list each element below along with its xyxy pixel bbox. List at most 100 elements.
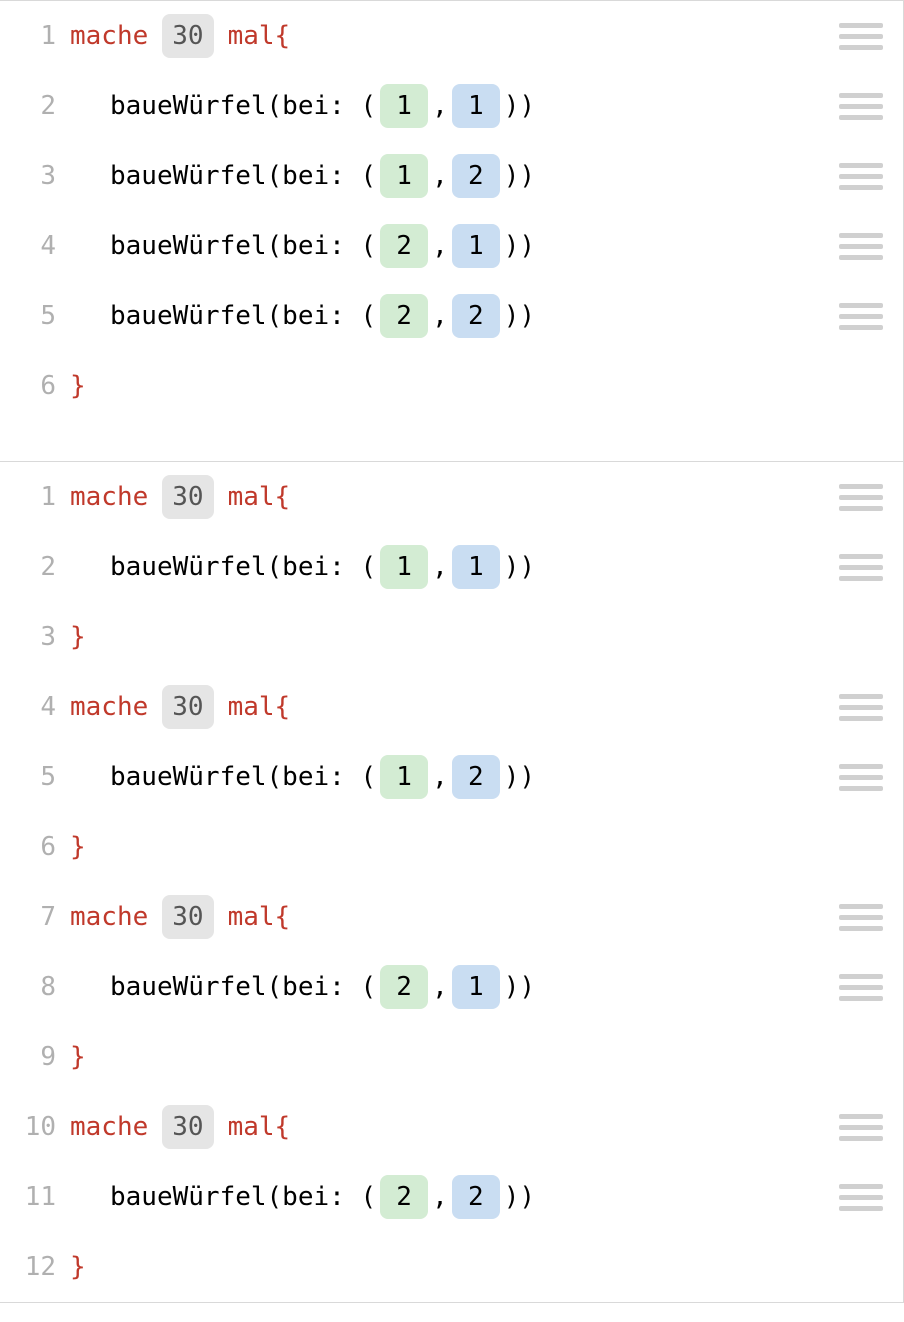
drag-handle-icon[interactable] [839, 694, 883, 721]
coord-y-input[interactable]: 1 [452, 84, 500, 128]
drag-handle-icon[interactable] [839, 484, 883, 511]
drag-handle-icon[interactable] [839, 1184, 883, 1211]
line-number: 9 [0, 1042, 70, 1072]
line-content: baueWürfel(bei: (1,2)) [70, 154, 827, 198]
comma: , [432, 552, 448, 582]
line-number: 2 [0, 552, 70, 582]
line-number: 11 [0, 1182, 70, 1212]
line-content: baueWürfel(bei: (2,1)) [70, 965, 827, 1009]
drag-handle-icon[interactable] [839, 554, 883, 581]
line-number: 3 [0, 161, 70, 191]
keyword-mal-brace: mal{ [228, 482, 291, 512]
close-brace: } [70, 1252, 86, 1282]
coord-x-input[interactable]: 1 [380, 545, 428, 589]
code-line: 2baueWürfel(bei: (1,1)) [0, 71, 903, 141]
coord-x-input[interactable]: 1 [380, 755, 428, 799]
coord-x-input[interactable]: 1 [380, 154, 428, 198]
comma: , [432, 972, 448, 1002]
coord-y-input[interactable]: 2 [452, 1175, 500, 1219]
comma: , [432, 1182, 448, 1212]
coord-x-input[interactable]: 2 [380, 294, 428, 338]
keyword-mache: mache [70, 482, 148, 512]
code-line: 4mache 30 mal{ [0, 672, 903, 742]
call-close: )) [504, 762, 535, 792]
comma: , [432, 762, 448, 792]
comma: , [432, 91, 448, 121]
line-number: 5 [0, 301, 70, 331]
line-number: 8 [0, 972, 70, 1002]
coord-y-input[interactable]: 1 [452, 965, 500, 1009]
close-brace: } [70, 371, 86, 401]
coord-y-input[interactable]: 2 [452, 154, 500, 198]
drag-handle-icon[interactable] [839, 764, 883, 791]
line-number: 3 [0, 622, 70, 652]
code-line: 1mache30mal{ [0, 1, 903, 71]
code-line: 4baueWürfel(bei: (2,1)) [0, 211, 903, 281]
close-brace: } [70, 622, 86, 652]
loop-count-input[interactable]: 30 [162, 895, 213, 939]
call-close: )) [504, 1182, 535, 1212]
drag-handle-icon[interactable] [839, 1114, 883, 1141]
line-content: } [70, 1042, 883, 1072]
coord-y-input[interactable]: 1 [452, 224, 500, 268]
drag-handle-icon[interactable] [839, 163, 883, 190]
line-content: mache30mal{ [70, 14, 827, 58]
code-line: 7mache30mal{ [0, 882, 903, 952]
line-number: 6 [0, 371, 70, 401]
line-content: } [70, 832, 883, 862]
keyword-mal-brace: mal{ [228, 692, 291, 722]
keyword-mache: mache [70, 1112, 148, 1142]
coord-x-input[interactable]: 1 [380, 84, 428, 128]
line-number: 10 [0, 1112, 70, 1142]
loop-count-input[interactable]: 30 [162, 685, 213, 729]
call-open: baueWürfel(bei: ( [110, 762, 376, 792]
line-content: } [70, 1252, 883, 1282]
line-content: baueWürfel(bei: (2,2)) [70, 294, 827, 338]
keyword-mal-brace: mal{ [228, 1112, 291, 1142]
line-content: mache 30 mal{ [70, 1105, 827, 1149]
drag-handle-icon[interactable] [839, 23, 883, 50]
code-panel: 1mache30mal{2baueWürfel(bei: (1,1))3}4ma… [0, 462, 904, 1303]
drag-handle-icon[interactable] [839, 93, 883, 120]
line-content: baueWürfel(bei: (1,1)) [70, 84, 827, 128]
drag-handle-icon[interactable] [839, 233, 883, 260]
drag-handle-icon[interactable] [839, 904, 883, 931]
code-panel: 1mache30mal{2baueWürfel(bei: (1,1))3baue… [0, 0, 904, 462]
code-line: 2baueWürfel(bei: (1,1)) [0, 532, 903, 602]
call-close: )) [504, 972, 535, 1002]
code-line: 11baueWürfel(bei: (2,2)) [0, 1162, 903, 1232]
coord-x-input[interactable]: 2 [380, 1175, 428, 1219]
call-close: )) [504, 91, 535, 121]
loop-count-input[interactable]: 30 [162, 475, 213, 519]
close-brace: } [70, 832, 86, 862]
line-content: baueWürfel(bei: (1,1)) [70, 545, 827, 589]
line-number: 7 [0, 902, 70, 932]
keyword-mache: mache [70, 692, 148, 722]
comma: , [432, 231, 448, 261]
line-content: mache 30 mal{ [70, 685, 827, 729]
drag-handle-icon[interactable] [839, 974, 883, 1001]
code-line: 8baueWürfel(bei: (2,1)) [0, 952, 903, 1022]
line-content: } [70, 371, 883, 401]
coord-x-input[interactable]: 2 [380, 224, 428, 268]
loop-count-input[interactable]: 30 [162, 14, 213, 58]
line-number: 6 [0, 832, 70, 862]
line-number: 5 [0, 762, 70, 792]
line-number: 4 [0, 692, 70, 722]
coord-x-input[interactable]: 2 [380, 965, 428, 1009]
call-open: baueWürfel(bei: ( [110, 552, 376, 582]
code-line: 6} [0, 812, 903, 882]
coord-y-input[interactable]: 1 [452, 545, 500, 589]
call-open: baueWürfel(bei: ( [110, 161, 376, 191]
code-line: 10mache 30 mal{ [0, 1092, 903, 1162]
keyword-mal-brace: mal{ [228, 21, 291, 51]
drag-handle-icon[interactable] [839, 303, 883, 330]
comma: , [432, 301, 448, 331]
comma: , [432, 161, 448, 191]
coord-y-input[interactable]: 2 [452, 294, 500, 338]
close-brace: } [70, 1042, 86, 1072]
line-content: baueWürfel(bei: (1,2)) [70, 755, 827, 799]
coord-y-input[interactable]: 2 [452, 755, 500, 799]
keyword-mal-brace: mal{ [228, 902, 291, 932]
loop-count-input[interactable]: 30 [162, 1105, 213, 1149]
